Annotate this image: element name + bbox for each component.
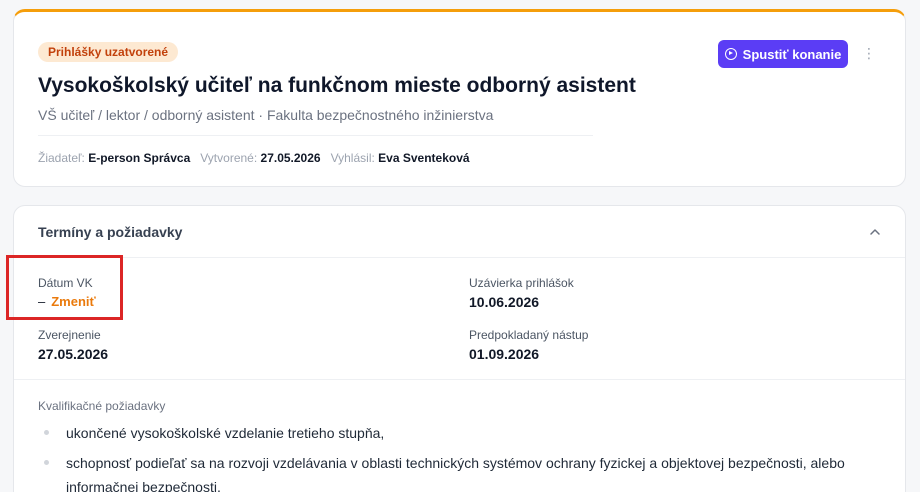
list-item: schopnosť podieľať sa na rozvoji vzdeláv…	[38, 451, 888, 492]
deadline-value: 10.06.2026	[469, 294, 540, 310]
terms-header[interactable]: Termíny a požiadavky	[14, 206, 905, 258]
page-title: Vysokoškolský učiteľ na funkčnom mieste …	[38, 74, 636, 97]
expected-start-value: 01.09.2026	[469, 346, 540, 362]
meta-announced-label: Vyhlásil:	[330, 151, 375, 165]
meta-created-value: 27.05.2026	[260, 151, 321, 165]
field-published: Zverejnenie 27.05.2026	[38, 328, 108, 362]
qualifications-label: Kvalifikačné požiadavky	[38, 399, 166, 413]
more-vertical-icon[interactable]: ⋮	[860, 44, 878, 64]
meta-applicant-label: Žiadateľ:	[38, 151, 85, 165]
job-header-card: Prihlášky uzatvorené Vysokoškolský učite…	[13, 9, 906, 187]
page-subtitle: VŠ učiteľ / lektor / odborný asistent · …	[38, 107, 494, 123]
meta-created-label: Vytvorené:	[200, 151, 258, 165]
section-title: Termíny a požiadavky	[38, 224, 183, 240]
start-procedure-label: Spustiť konanie	[742, 46, 842, 62]
expected-start-label: Predpokladaný nástup	[469, 328, 589, 342]
meta-created: Vytvorené: 27.05.2026	[200, 151, 320, 165]
highlight-box	[6, 255, 123, 320]
status-badge: Prihlášky uzatvorené	[38, 42, 179, 62]
start-procedure-button[interactable]: Spustiť konanie	[718, 40, 848, 68]
list-item: ukončené vysokoškolské vzdelanie tretieh…	[38, 421, 888, 445]
deadline-label: Uzávierka prihlášok	[469, 276, 574, 290]
chevron-up-icon[interactable]	[869, 226, 881, 238]
field-deadline: Uzávierka prihlášok 10.06.2026	[469, 276, 574, 310]
meta-row: Žiadateľ: E-person Správca Vytvorené: 27…	[38, 151, 470, 165]
published-value: 27.05.2026	[38, 346, 109, 362]
published-label: Zverejnenie	[38, 328, 101, 342]
meta-applicant-value: E-person Správca	[88, 151, 191, 165]
terms-card: Termíny a požiadavky Dátum VK – Zmeniť Uz…	[13, 205, 906, 492]
header-divider	[38, 135, 593, 136]
field-expected-start: Predpokladaný nástup 01.09.2026	[469, 328, 588, 362]
play-circle-icon	[724, 48, 737, 60]
qualifications-list: ukončené vysokoškolské vzdelanie tretieh…	[38, 421, 888, 492]
meta-announced-value: Eva Sventeková	[378, 151, 470, 165]
fields-divider	[14, 379, 905, 380]
meta-announced: Vyhlásil: Eva Sventeková	[331, 151, 470, 165]
meta-applicant: Žiadateľ: E-person Správca	[38, 151, 190, 165]
